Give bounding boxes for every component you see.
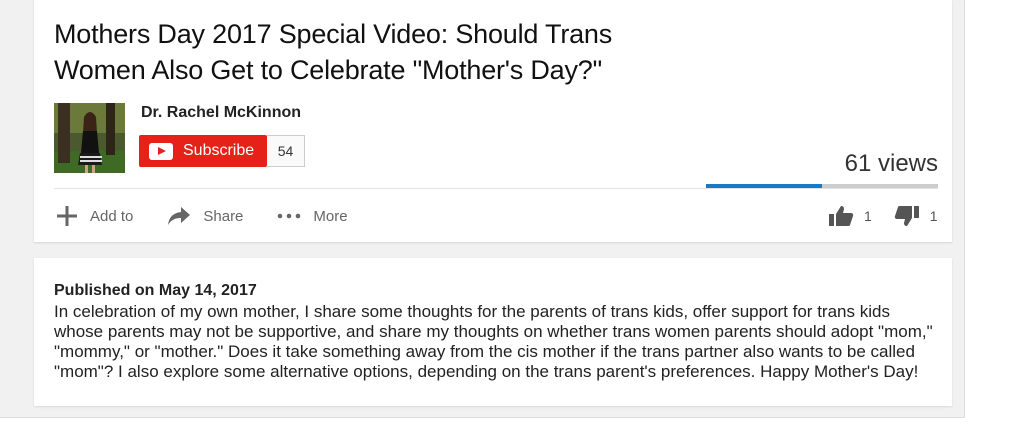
more-dots-icon <box>277 213 301 219</box>
channel-name[interactable]: Dr. Rachel McKinnon <box>141 104 301 122</box>
subscriber-count: 54 <box>267 135 305 167</box>
page-background: Mothers Day 2017 Special Video: Should T… <box>0 0 965 418</box>
video-info-card: Mothers Day 2017 Special Video: Should T… <box>34 0 952 242</box>
video-title-line-2: Women Also Get to Celebrate "Mother's Da… <box>54 55 602 85</box>
channel-avatar[interactable] <box>54 103 125 173</box>
add-to-label: Add to <box>90 207 134 225</box>
thumbs-down-icon <box>894 205 920 227</box>
subscribe-button[interactable]: Subscribe <box>139 135 267 167</box>
share-arrow-icon <box>167 206 191 226</box>
description-card: Published on May 14, 2017 In celebration… <box>34 258 952 406</box>
view-count: 61 views <box>844 150 938 177</box>
youtube-play-icon <box>149 142 173 160</box>
description-text: In celebration of my own mother, I share… <box>54 302 933 381</box>
divider <box>54 188 938 189</box>
plus-icon <box>56 205 78 227</box>
rating-controls: 1 1 <box>828 203 960 229</box>
like-bar-fill <box>706 184 822 188</box>
action-bar: Add to Share More <box>56 203 382 229</box>
share-button[interactable]: Share <box>167 206 243 226</box>
share-label: Share <box>203 207 244 225</box>
more-button[interactable]: More <box>277 207 348 225</box>
add-to-button[interactable]: Add to <box>56 205 133 227</box>
video-title-line-1: Mothers Day 2017 Special Video: Should T… <box>54 19 613 49</box>
more-label: More <box>313 207 348 225</box>
subscribe-label: Subscribe <box>183 142 255 159</box>
like-count: 1 <box>864 208 872 224</box>
like-dislike-bar <box>706 184 938 188</box>
like-button[interactable]: 1 <box>828 205 872 227</box>
dislike-button[interactable]: 1 <box>894 205 938 227</box>
dislike-count: 1 <box>929 208 938 224</box>
publish-date: Published on May 14, 2017 <box>54 282 257 299</box>
thumbs-up-icon <box>828 205 854 227</box>
video-title: Mothers Day 2017 Special Video: Should T… <box>54 16 754 88</box>
